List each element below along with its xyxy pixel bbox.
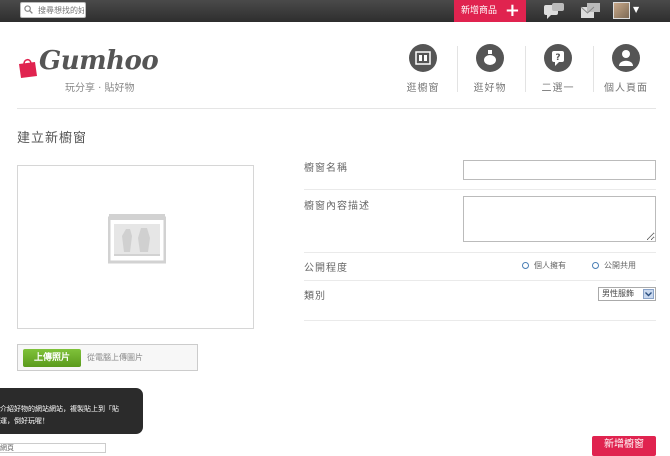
add-product-button[interactable]: 新增商品 + xyxy=(454,0,526,22)
url-field[interactable]: 網頁 xyxy=(0,443,106,453)
svg-text:?: ? xyxy=(555,53,560,63)
plus-icon: + xyxy=(504,0,520,21)
form-divider xyxy=(304,189,656,190)
nav-label: 個人頁面 xyxy=(604,83,648,94)
chevron-down-icon[interactable]: ▼ xyxy=(633,5,639,14)
upload-bar: 上傳照片 從電腦上傳圖片 xyxy=(17,344,198,371)
form-divider xyxy=(304,280,656,281)
form-divider xyxy=(304,320,656,321)
chat-icon[interactable] xyxy=(543,3,565,20)
form-divider xyxy=(304,252,656,253)
nav-divider xyxy=(525,46,526,92)
nav-label: 逛好物 xyxy=(473,83,507,94)
nav-label: 逛櫥窗 xyxy=(406,83,440,94)
window-description-input[interactable] xyxy=(463,196,656,242)
storefront-icon xyxy=(409,44,437,72)
nav-divider xyxy=(593,46,594,92)
privacy-label: 公開程度 xyxy=(304,263,348,274)
nav-item-pick-one[interactable]: ? 二選一 xyxy=(528,44,588,94)
nav-divider xyxy=(457,46,458,92)
user-icon xyxy=(612,44,640,72)
upload-photo-button[interactable]: 上傳照片 xyxy=(23,349,81,367)
tooltip-line: 介紹好物的網站網站，複製貼上到「貼 xyxy=(0,405,119,413)
create-window-button[interactable]: 新增櫥窗 xyxy=(592,436,656,456)
brand-logo[interactable]: Gumhoo 玩分享 · 貼好物 xyxy=(17,46,167,94)
search-icon xyxy=(24,5,33,14)
image-preview xyxy=(17,165,254,329)
nav-item-browse-windows[interactable]: 逛櫥窗 xyxy=(393,44,453,94)
window-name-input[interactable] xyxy=(463,160,656,180)
nav-item-browse-goods[interactable]: 逛好物 xyxy=(460,44,520,94)
tooltip: 介紹好物的網站網站，複製貼上到「貼 運，倒好玩喔！ xyxy=(0,388,143,434)
window-description-label: 櫥窗內容描述 xyxy=(304,201,370,212)
category-select[interactable]: 男性服飾 xyxy=(598,287,656,301)
storefront-placeholder-icon xyxy=(108,214,166,264)
chevron-down-icon xyxy=(643,289,654,299)
brand-name: Gumhoo xyxy=(39,46,159,76)
header-divider xyxy=(17,108,656,109)
window-name-label: 櫥窗名稱 xyxy=(304,163,348,174)
radio-label: 公開共用 xyxy=(604,261,636,270)
nav-label: 二選一 xyxy=(541,83,575,94)
radio-icon xyxy=(592,262,599,269)
shopping-bag-icon xyxy=(19,58,37,78)
nav-item-profile[interactable]: 個人頁面 xyxy=(596,44,656,94)
avatar[interactable] xyxy=(613,2,630,19)
radio-label: 個人擁有 xyxy=(534,261,566,270)
search-input[interactable] xyxy=(38,4,84,16)
perfume-icon xyxy=(476,44,504,72)
brand-tagline: 玩分享 · 貼好物 xyxy=(65,83,135,94)
page-title: 建立新櫥窗 xyxy=(17,131,88,146)
search-box[interactable] xyxy=(20,2,86,18)
upload-hint: 從電腦上傳圖片 xyxy=(87,353,143,362)
category-label: 類別 xyxy=(304,291,326,302)
privacy-option-private[interactable]: 個人擁有 xyxy=(522,260,566,271)
privacy-option-public[interactable]: 公開共用 xyxy=(592,260,636,271)
messages-icon[interactable] xyxy=(580,3,602,20)
tooltip-line: 運，倒好玩喔！ xyxy=(0,417,49,425)
question-icon: ? xyxy=(544,44,572,72)
radio-icon xyxy=(522,262,529,269)
category-value: 男性服飾 xyxy=(602,289,634,298)
add-product-label: 新增商品 xyxy=(461,6,498,16)
top-bar: 新增商品 + ▼ xyxy=(0,0,670,22)
